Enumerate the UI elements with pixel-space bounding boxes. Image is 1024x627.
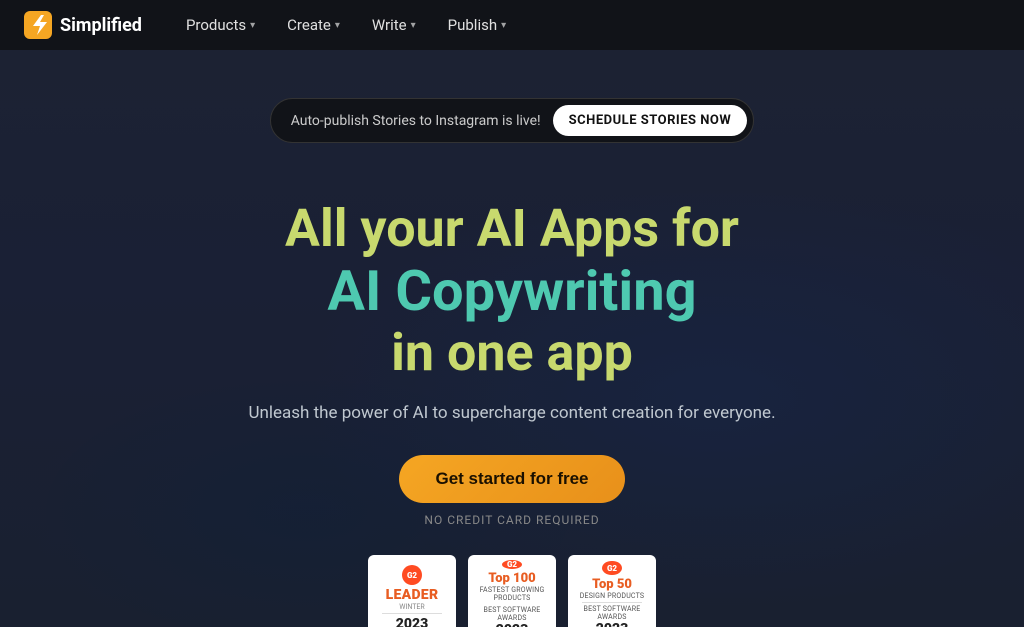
- g2-logo-icon: G2: [502, 560, 522, 569]
- brand-name: Simplified: [60, 15, 142, 36]
- badge-year-label: 2023: [396, 616, 428, 627]
- nav-item-write[interactable]: Write ▾: [360, 10, 428, 40]
- g2-logo-icon: G2: [602, 561, 622, 575]
- hero-line1: All your AI Apps for: [285, 199, 739, 259]
- badge-year-label: 2023: [496, 622, 528, 627]
- announcement-cta-button[interactable]: SCHEDULE STORIES NOW: [553, 105, 748, 136]
- no-credit-card-label: NO CREDIT CARD REQUIRED: [424, 513, 599, 527]
- badge-divider: [582, 602, 642, 603]
- badge-sub-label: Fastest Growing Products: [472, 586, 552, 602]
- badge-type-label: Top 50: [592, 577, 632, 592]
- get-started-button[interactable]: Get started for free: [399, 455, 624, 503]
- hero-line3: in one app: [285, 323, 739, 383]
- badge-type-label: Leader: [386, 587, 439, 603]
- chevron-down-icon: ▾: [501, 20, 506, 31]
- chevron-down-icon: ▾: [335, 20, 340, 31]
- awards-badges: G2 Leader WINTER 2023 G2 Top 100 Fastest…: [368, 555, 656, 627]
- nav-menu: Products ▾ Create ▾ Write ▾ Publish ▾: [174, 10, 518, 40]
- chevron-down-icon: ▾: [411, 20, 416, 31]
- g2-logo-icon: G2: [402, 565, 422, 585]
- brand-logo-icon: [24, 11, 52, 39]
- badge-top100: G2 Top 100 Fastest Growing Products BEST…: [468, 555, 556, 627]
- main-content: Auto-publish Stories to Instagram is liv…: [0, 50, 1024, 627]
- hero-subheadline: Unleash the power of AI to supercharge c…: [248, 403, 775, 423]
- chevron-down-icon: ▾: [250, 20, 255, 31]
- announcement-banner: Auto-publish Stories to Instagram is liv…: [270, 98, 755, 143]
- badge-divider: [382, 613, 442, 614]
- announcement-text: Auto-publish Stories to Instagram is liv…: [291, 113, 541, 129]
- badge-year-label: 2023: [596, 621, 628, 627]
- badge-top50: G2 Top 50 Design Products BEST SOFTWARE …: [568, 555, 656, 627]
- hero-line2: AI Copywriting: [285, 259, 739, 323]
- nav-item-publish[interactable]: Publish ▾: [436, 10, 518, 40]
- brand-logo[interactable]: Simplified: [24, 11, 142, 39]
- nav-item-products[interactable]: Products ▾: [174, 10, 267, 40]
- badge-leader: G2 Leader WINTER 2023: [368, 555, 456, 627]
- nav-item-create[interactable]: Create ▾: [275, 10, 352, 40]
- badge-award-label: BEST SOFTWARE AWARDS: [472, 606, 552, 622]
- badge-type-label: Top 100: [488, 571, 535, 586]
- hero-title: All your AI Apps for AI Copywriting in o…: [285, 199, 739, 383]
- badge-season-label: WINTER: [399, 603, 424, 611]
- badge-award-label: BEST SOFTWARE AWARDS: [572, 605, 652, 621]
- navigation: Simplified Products ▾ Create ▾ Write ▾ P…: [0, 0, 1024, 50]
- badge-sub-label: Design Products: [580, 592, 645, 600]
